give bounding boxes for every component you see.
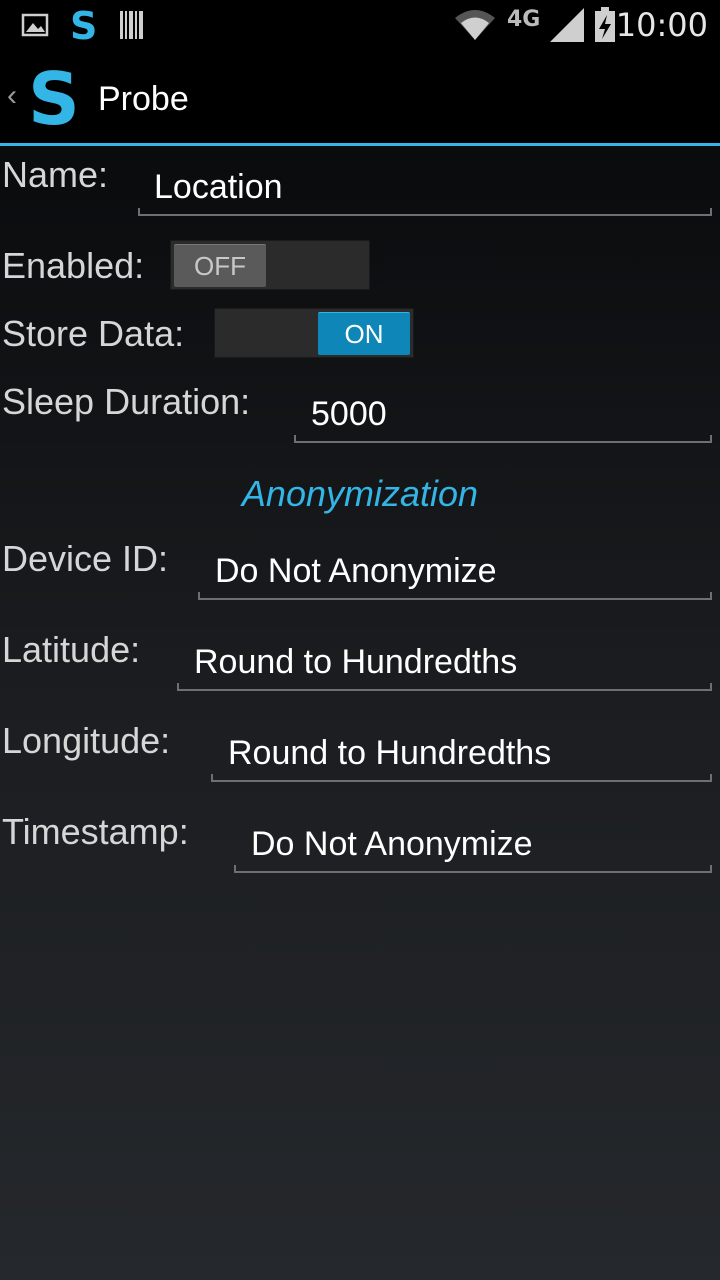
image-notification-icon: [21, 13, 49, 37]
status-clock: 10:00: [615, 6, 708, 44]
action-bar-divider: [0, 143, 720, 146]
longitude-spinner[interactable]: Round to Hundredths: [228, 730, 708, 776]
app-s-notification-icon: S: [70, 4, 97, 48]
signal-icon: [550, 8, 584, 42]
store-data-label: Store Data:: [2, 313, 185, 354]
anonymization-header: Anonymization: [241, 473, 479, 514]
latitude-label: Latitude:: [2, 629, 141, 670]
longitude-underline: [211, 774, 712, 782]
battery-charging-icon: [595, 7, 615, 42]
latitude-spinner[interactable]: Round to Hundredths: [194, 639, 704, 685]
barcode-notification-icon: [120, 11, 143, 39]
app-logo-icon[interactable]: S: [28, 60, 80, 138]
enabled-switch[interactable]: OFF: [170, 240, 370, 290]
enabled-switch-thumb: OFF: [174, 244, 266, 287]
name-field[interactable]: Location: [154, 164, 704, 210]
timestamp-underline: [234, 865, 712, 873]
longitude-label: Longitude:: [2, 720, 171, 761]
name-label: Name:: [2, 154, 109, 195]
store-data-switch[interactable]: ON: [214, 308, 414, 358]
name-field-underline: [138, 208, 712, 216]
sleep-duration-field[interactable]: 5000: [311, 391, 701, 437]
svg-text:S: S: [70, 4, 97, 48]
device-id-underline: [198, 592, 712, 600]
sleep-duration-label: Sleep Duration:: [2, 381, 251, 422]
enabled-label: Enabled:: [2, 245, 145, 286]
store-data-switch-thumb: ON: [318, 312, 410, 355]
wifi-icon: [455, 10, 495, 40]
status-bar: S 4G 10:00: [0, 0, 720, 50]
up-navigation-icon[interactable]: ‹: [7, 80, 17, 112]
device-id-label: Device ID:: [2, 538, 169, 579]
device-id-spinner[interactable]: Do Not Anonymize: [215, 548, 705, 594]
page-title: Probe: [98, 80, 189, 118]
timestamp-label: Timestamp:: [2, 811, 189, 852]
network-type-label: 4G: [507, 7, 540, 32]
action-bar: ‹ S Probe: [0, 50, 720, 143]
sleep-duration-underline: [294, 435, 712, 443]
latitude-underline: [177, 683, 712, 691]
timestamp-spinner[interactable]: Do Not Anonymize: [251, 821, 706, 867]
